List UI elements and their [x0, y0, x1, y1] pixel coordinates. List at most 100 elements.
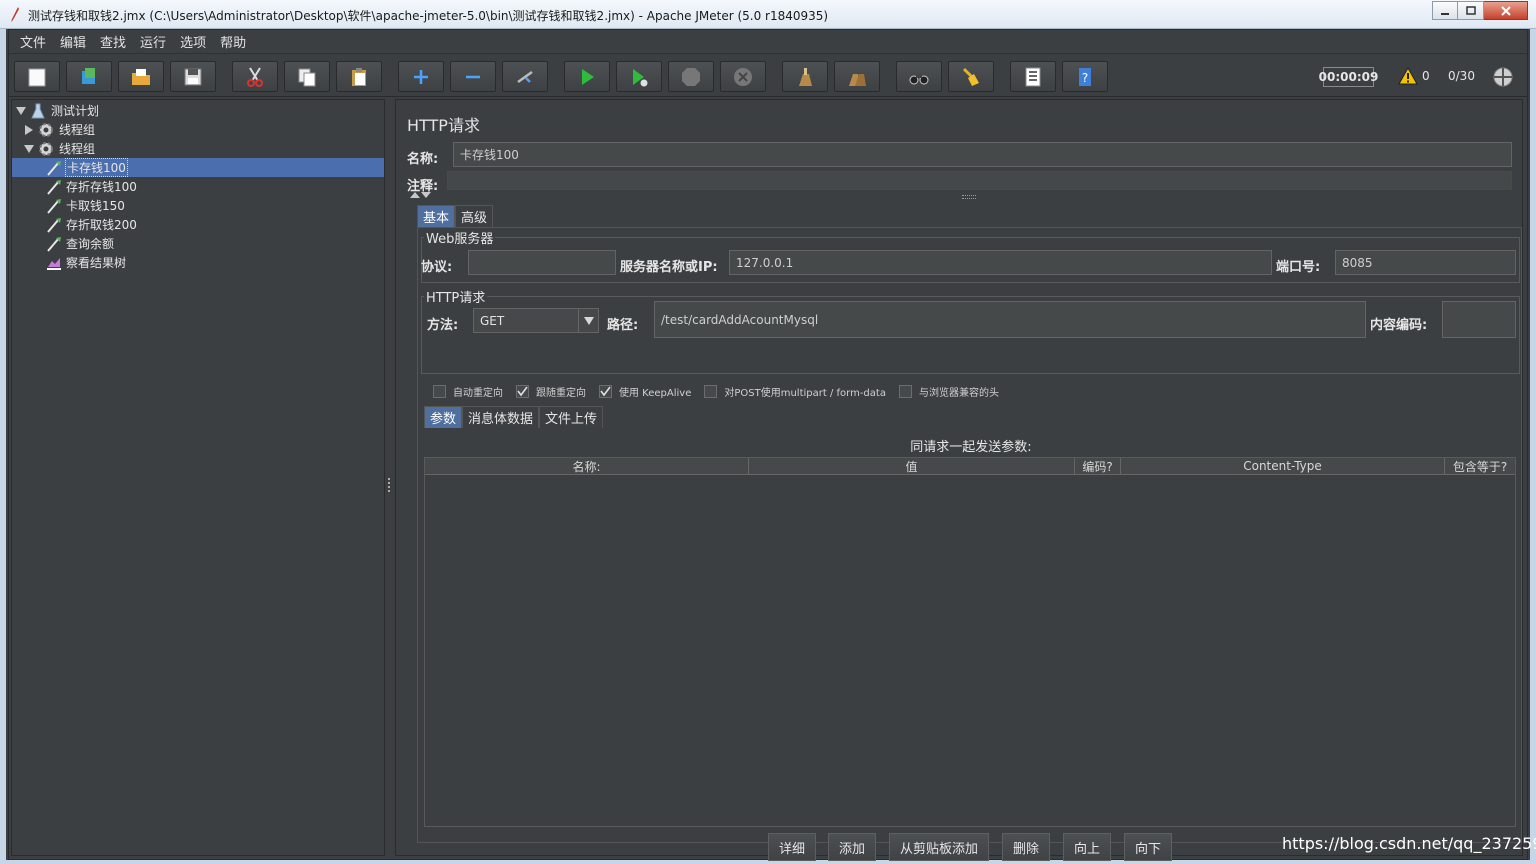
- new-button[interactable]: [14, 61, 60, 92]
- open-icon: [132, 68, 150, 85]
- multipart-checkbox[interactable]: [704, 385, 718, 398]
- panel-title: HTTP请求: [407, 116, 480, 135]
- start-no-pause-button[interactable]: [616, 61, 662, 92]
- function-helper-button[interactable]: [1010, 61, 1056, 92]
- auto-redirect-checkbox[interactable]: [433, 385, 446, 398]
- stop-button[interactable]: [668, 61, 714, 92]
- app-content: 文件 编辑 查找 运行 选项 帮助 ? 00:00:09 0 0/30 测试计划…: [8, 29, 1528, 861]
- help-icon: ?: [1079, 67, 1091, 86]
- help-button[interactable]: ?: [1062, 61, 1108, 92]
- menu-run[interactable]: 运行: [133, 32, 173, 51]
- column-header-include-equals[interactable]: 包含等于?: [1445, 458, 1515, 475]
- tab-file-upload[interactable]: 文件上传: [539, 406, 604, 428]
- warning-icon[interactable]: [1398, 67, 1418, 85]
- tree-item-passbook-withdraw-200[interactable]: 存折取钱200: [12, 215, 384, 234]
- tab-basic[interactable]: 基本: [417, 205, 456, 227]
- add-from-clipboard-button[interactable]: 从剪贴板添加: [889, 833, 989, 861]
- open-button[interactable]: [118, 61, 164, 92]
- window-title: 测试存钱和取钱2.jmx (C:\Users\Administrator\Des…: [28, 9, 829, 23]
- templates-button[interactable]: [66, 61, 112, 92]
- collapsed-arrow-icon[interactable]: [24, 125, 34, 135]
- move-down-button[interactable]: 向下: [1124, 833, 1172, 861]
- tree-item-passbook-deposit-100[interactable]: 存折存钱100: [12, 177, 384, 196]
- tree-item-test-plan[interactable]: 测试计划: [12, 101, 384, 120]
- reset-search-button[interactable]: [948, 61, 994, 92]
- paste-button[interactable]: [336, 61, 382, 92]
- port-input[interactable]: 8085: [1335, 250, 1516, 275]
- protocol-input[interactable]: [468, 250, 616, 275]
- keepalive-checkbox[interactable]: [599, 385, 612, 398]
- close-icon: [1500, 5, 1511, 16]
- close-button[interactable]: [1484, 1, 1528, 20]
- broom-icon: [962, 67, 979, 86]
- tree-label: 查询余额: [66, 237, 115, 251]
- server-input[interactable]: 127.0.0.1: [729, 250, 1272, 275]
- minimize-button[interactable]: [1432, 1, 1458, 20]
- expanded-arrow-icon[interactable]: [24, 144, 34, 154]
- maximize-button[interactable]: [1458, 1, 1484, 20]
- binoculars-icon: [909, 73, 929, 84]
- tree-item-query-balance[interactable]: 查询余额: [12, 234, 384, 253]
- jmeter-feather-icon: [11, 7, 19, 22]
- comment-input[interactable]: [447, 171, 1512, 190]
- save-button[interactable]: [170, 61, 216, 92]
- clear-button[interactable]: [782, 61, 828, 92]
- svg-text:?: ?: [1082, 71, 1088, 85]
- window-controls: [1432, 1, 1528, 20]
- resize-grip[interactable]: [962, 195, 976, 199]
- collapse-up-icon[interactable]: [410, 192, 420, 198]
- toggle-button[interactable]: [502, 61, 548, 92]
- clear-all-button[interactable]: [834, 61, 880, 92]
- expand-all-button[interactable]: [398, 61, 444, 92]
- move-up-button[interactable]: 向上: [1063, 833, 1111, 861]
- detail-button[interactable]: 详细: [768, 833, 816, 861]
- method-value: GET: [480, 313, 505, 328]
- shutdown-button[interactable]: [720, 61, 766, 92]
- tree-item-card-deposit-100[interactable]: 卡存钱100: [12, 158, 384, 177]
- collapse-down-icon[interactable]: [421, 192, 431, 198]
- menu-search[interactable]: 查找: [93, 32, 133, 51]
- column-header-content-type[interactable]: Content-Type: [1121, 458, 1445, 475]
- config-tabs: 基本 高级: [417, 205, 494, 227]
- maximize-icon: [1465, 5, 1476, 15]
- follow-redirect-checkbox[interactable]: [516, 385, 529, 398]
- collapse-icon: [466, 75, 480, 78]
- search-button[interactable]: [896, 61, 942, 92]
- menu-edit[interactable]: 编辑: [53, 32, 93, 51]
- cut-button[interactable]: [232, 61, 278, 92]
- remote-status-icon[interactable]: [1493, 67, 1513, 87]
- tree-item-thread-group-1[interactable]: 线程组: [12, 120, 384, 139]
- http-request-title: HTTP请求: [424, 287, 488, 306]
- copy-button[interactable]: [284, 61, 330, 92]
- column-header-encode[interactable]: 编码?: [1075, 458, 1121, 475]
- add-button[interactable]: 添加: [828, 833, 876, 861]
- name-label: 名称:: [407, 152, 439, 167]
- http-request-panel: HTTP请求 名称: 卡存钱100 注释: 基本 高级 Web服务器 协议: 服…: [395, 99, 1523, 861]
- tab-body-data[interactable]: 消息体数据: [462, 406, 540, 428]
- delete-button[interactable]: 删除: [1002, 833, 1050, 861]
- tree-item-thread-group-2[interactable]: 线程组: [12, 139, 384, 158]
- browser-headers-checkbox[interactable]: [898, 385, 912, 398]
- tab-advanced[interactable]: 高级: [455, 205, 494, 227]
- parameters-table[interactable]: 名称: 值 编码? Content-Type 包含等于?: [424, 457, 1516, 827]
- encoding-input[interactable]: [1442, 301, 1516, 338]
- tree-item-card-withdraw-150[interactable]: 卡取钱150: [12, 196, 384, 215]
- expanded-arrow-icon[interactable]: [16, 106, 26, 116]
- menu-options[interactable]: 选项: [173, 32, 213, 51]
- start-button[interactable]: [564, 61, 610, 92]
- tab-parameters[interactable]: 参数: [424, 406, 463, 428]
- collapse-all-button[interactable]: [450, 61, 496, 92]
- name-input[interactable]: 卡存钱100: [453, 142, 1512, 167]
- column-header-name[interactable]: 名称:: [425, 458, 749, 475]
- dropdown-arrow[interactable]: [578, 309, 598, 332]
- tree-item-results-tree[interactable]: 察看结果树: [12, 253, 384, 272]
- method-select[interactable]: GET: [473, 308, 599, 333]
- splitter-grip[interactable]: [388, 478, 391, 492]
- menu-file[interactable]: 文件: [13, 32, 53, 51]
- menu-help[interactable]: 帮助: [213, 32, 253, 51]
- protocol-label: 协议:: [421, 260, 453, 275]
- column-header-value[interactable]: 值: [749, 458, 1075, 475]
- path-input[interactable]: /test/cardAddAcountMysql: [654, 301, 1366, 338]
- collapse-toggle[interactable]: [410, 192, 431, 198]
- start-no-pause-icon: [633, 68, 648, 86]
